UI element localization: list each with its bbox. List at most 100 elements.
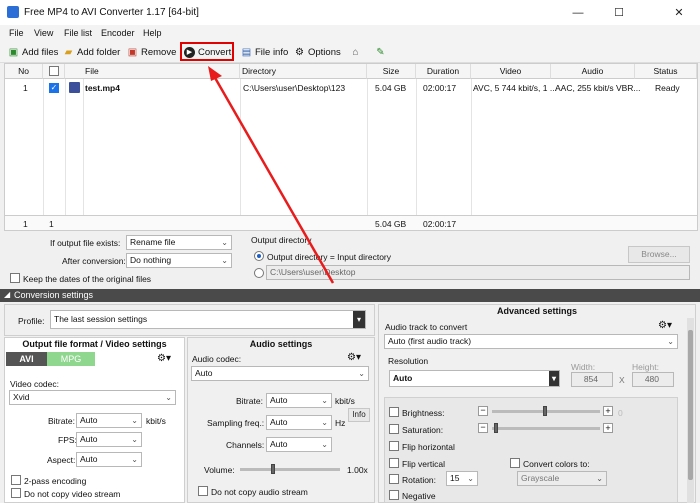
convert-colors-checkbox[interactable] xyxy=(510,458,520,468)
output-directory-title: Output directory xyxy=(251,235,312,245)
col-check[interactable] xyxy=(43,64,65,79)
sampling-select[interactable]: Auto ⌄ xyxy=(266,415,332,430)
col-no[interactable]: No xyxy=(5,64,43,79)
collapse-icon[interactable]: ◢ xyxy=(4,290,10,299)
height-input[interactable]: 480 xyxy=(632,372,674,387)
tab-avi[interactable]: AVI xyxy=(6,352,47,366)
footer-checked: 1 xyxy=(49,219,54,229)
minus-icon[interactable]: − xyxy=(478,406,488,416)
file-grid: No File Directory Size Duration Video Au… xyxy=(4,63,698,231)
channels-select[interactable]: Auto ⌄ xyxy=(266,437,332,452)
menu-encoder[interactable]: Encoder xyxy=(101,28,135,38)
tab-mpg[interactable]: MPG xyxy=(47,352,95,366)
conversion-settings-header[interactable]: Conversion settings xyxy=(0,289,700,302)
add-files-icon: ▣ xyxy=(8,46,19,58)
menu-bar: File View File list Encoder Help xyxy=(0,25,700,41)
no-copy-video-label: Do not copy video stream xyxy=(24,489,121,499)
keep-dates-checkbox[interactable] xyxy=(10,273,20,283)
row-checkbox[interactable]: ✓ xyxy=(49,83,59,93)
channels-label: Channels: xyxy=(226,440,265,450)
row-audio: AAC, 255 kbit/s VBR... xyxy=(555,83,641,93)
sampling-label: Sampling freq.: xyxy=(207,418,265,428)
home-button[interactable]: ⌂ xyxy=(350,45,364,59)
audio-bitrate-select[interactable]: Auto ⌄ xyxy=(266,393,332,408)
profile-select[interactable]: The last session settings ▾ xyxy=(50,310,366,329)
browse-button[interactable]: Browse... xyxy=(628,246,690,263)
col-directory[interactable]: Directory xyxy=(240,64,367,79)
resolution-label: Resolution xyxy=(388,356,429,366)
if-exists-label: If output file exists: xyxy=(50,238,121,248)
after-conversion-select[interactable]: Do nothing ⌄ xyxy=(126,253,232,268)
if-exists-select[interactable]: Rename file ⌄ xyxy=(126,235,232,250)
options-button[interactable]: ⚙ Options xyxy=(294,45,341,59)
volume-slider[interactable] xyxy=(240,468,340,471)
video-codec-select[interactable]: Xvid ⌄ xyxy=(9,390,176,405)
chevron-down-icon: ⌄ xyxy=(221,238,228,247)
flip-horizontal-checkbox[interactable] xyxy=(389,441,399,451)
plus-icon[interactable]: + xyxy=(603,423,613,433)
chevron-down-icon: ⌄ xyxy=(165,393,172,402)
convert-colors-select[interactable]: Grayscale ⌄ xyxy=(517,471,607,486)
col-size[interactable]: Size xyxy=(367,64,416,79)
dir-custom-radio[interactable] xyxy=(254,268,264,278)
brightness-slider-thumb[interactable] xyxy=(543,406,547,416)
two-pass-checkbox[interactable] xyxy=(11,475,21,485)
minimize-button[interactable]: — xyxy=(563,4,593,22)
dir-input-radio[interactable] xyxy=(254,251,264,261)
pin-button[interactable]: ✎ xyxy=(375,45,389,59)
gear-icon[interactable]: ⚙▾ xyxy=(347,352,361,363)
maximize-button[interactable]: ☐ xyxy=(604,4,634,22)
rotation-checkbox[interactable] xyxy=(389,474,399,484)
close-button[interactable]: ✕ xyxy=(664,4,694,22)
add-files-button[interactable]: ▣ Add files xyxy=(8,45,59,59)
negative-checkbox[interactable] xyxy=(389,490,399,500)
bitrate-select[interactable]: Auto ⌄ xyxy=(76,413,142,428)
audio-codec-select[interactable]: Auto ⌄ xyxy=(191,366,369,381)
gear-icon[interactable]: ⚙▾ xyxy=(157,353,171,364)
width-label: Width: xyxy=(571,362,596,372)
fps-select[interactable]: Auto ⌄ xyxy=(76,432,142,447)
flip-vertical-checkbox[interactable] xyxy=(389,458,399,468)
col-audio[interactable]: Audio xyxy=(551,64,635,79)
plus-icon[interactable]: + xyxy=(603,406,613,416)
grid-divider xyxy=(43,79,44,215)
saturation-slider[interactable] xyxy=(492,427,600,430)
saturation-checkbox[interactable] xyxy=(389,424,399,434)
col-duration[interactable]: Duration xyxy=(416,64,471,79)
no-copy-video-checkbox[interactable] xyxy=(11,488,21,498)
gear-icon: ⚙ xyxy=(295,46,304,58)
saturation-slider-thumb[interactable] xyxy=(494,423,498,433)
menu-file[interactable]: File xyxy=(9,28,24,38)
menu-file-list[interactable]: File list xyxy=(64,28,92,38)
info-button[interactable]: Info xyxy=(348,408,370,422)
rotation-select[interactable]: 15 ⌄ xyxy=(446,471,478,486)
header-check-all[interactable] xyxy=(49,66,59,76)
brightness-checkbox[interactable] xyxy=(389,407,399,417)
col-file[interactable]: File xyxy=(65,64,240,79)
brightness-label: Brightness: xyxy=(402,408,445,418)
fps-label: FPS: xyxy=(58,435,77,445)
no-copy-audio-checkbox[interactable] xyxy=(198,486,208,496)
col-video[interactable]: Video xyxy=(471,64,551,79)
audio-track-select[interactable]: Auto (first audio track) ⌄ xyxy=(384,334,678,349)
remove-button[interactable]: ▣ Remove xyxy=(127,45,177,59)
sampling-unit: Hz xyxy=(335,418,346,428)
add-folder-button[interactable]: ▰ Add folder xyxy=(63,45,121,59)
minus-icon[interactable]: − xyxy=(478,423,488,433)
two-pass-label: 2-pass encoding xyxy=(24,476,87,486)
bitrate-label: Bitrate: xyxy=(48,416,75,426)
file-info-button[interactable]: ▤ File info xyxy=(241,45,289,59)
gear-icon[interactable]: ⚙▾ xyxy=(658,320,672,331)
advanced-scrollbar-thumb[interactable] xyxy=(688,330,693,480)
col-status[interactable]: Status xyxy=(635,64,697,79)
format-title: Output file format / Video settings xyxy=(22,339,167,349)
audio-codec-label: Audio codec: xyxy=(192,354,242,364)
width-input[interactable]: 854 xyxy=(571,372,613,387)
menu-view[interactable]: View xyxy=(34,28,53,38)
output-directory-path[interactable]: C:\Users\user\Desktop xyxy=(266,265,690,280)
menu-help[interactable]: Help xyxy=(143,28,162,38)
resolution-select[interactable]: Auto ▾ xyxy=(389,370,560,387)
row-file: test.mp4 xyxy=(85,83,120,93)
aspect-select[interactable]: Auto ⌄ xyxy=(76,452,142,467)
volume-slider-thumb[interactable] xyxy=(271,464,275,474)
